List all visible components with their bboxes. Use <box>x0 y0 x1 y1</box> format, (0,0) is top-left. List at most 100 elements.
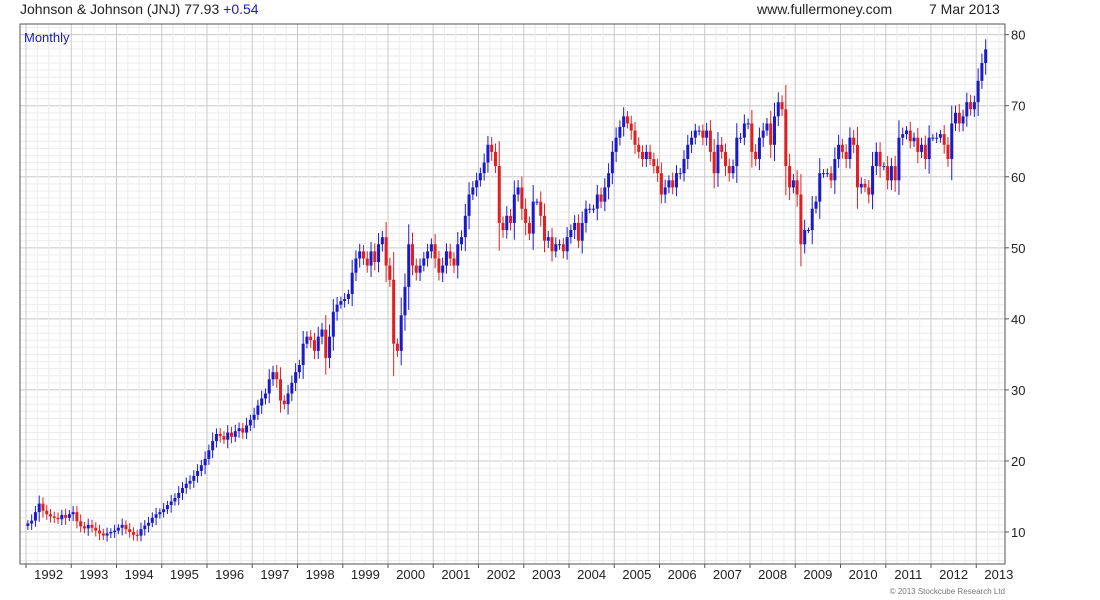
candle-body <box>788 166 792 188</box>
candle-body <box>497 166 501 223</box>
candle-body <box>886 166 890 181</box>
candle-body <box>94 527 98 531</box>
x-tick-label: 1998 <box>306 567 335 582</box>
candle <box>686 135 690 170</box>
candle-body <box>810 208 814 231</box>
x-tick-label: 2001 <box>441 567 470 582</box>
x-tick-label: 2013 <box>984 567 1013 582</box>
candle <box>629 115 633 140</box>
candle-body <box>275 372 279 380</box>
candle-body <box>429 244 433 252</box>
candle <box>448 243 452 266</box>
candle-body <box>652 159 656 167</box>
y-tick-label: 50 <box>1011 241 1025 256</box>
candle <box>384 222 388 283</box>
candle <box>490 137 494 161</box>
candle <box>622 107 626 137</box>
candle <box>803 219 807 254</box>
candle <box>456 231 460 279</box>
candle-body <box>889 166 893 181</box>
candle-body <box>950 123 954 159</box>
candle <box>158 508 162 519</box>
candle-body <box>592 208 596 210</box>
candle <box>441 257 445 283</box>
candle-body <box>659 173 663 195</box>
candle-body <box>316 336 320 351</box>
candle <box>165 500 169 514</box>
candle <box>871 151 875 210</box>
candle <box>957 104 961 132</box>
candle <box>294 363 298 392</box>
candle-body <box>199 465 203 471</box>
candle-body <box>373 251 377 263</box>
candle <box>852 129 856 153</box>
candle-body <box>912 137 916 142</box>
candle-body <box>433 244 437 259</box>
candle-body <box>531 201 535 234</box>
candle-body <box>705 130 709 138</box>
candle <box>305 331 309 349</box>
candle <box>180 482 184 500</box>
candle-body <box>286 393 290 405</box>
candle <box>904 126 908 140</box>
candle-body <box>365 258 369 266</box>
candle-body <box>938 134 942 138</box>
candle-body <box>203 458 207 466</box>
candle <box>346 289 350 305</box>
candle-body <box>871 166 875 195</box>
candle-body <box>633 130 637 145</box>
candle-body <box>422 258 426 266</box>
candle <box>260 390 264 414</box>
candle <box>818 158 822 219</box>
candle-body <box>946 144 950 159</box>
candle-body <box>361 251 365 259</box>
candle <box>331 299 335 351</box>
candle-body <box>328 336 332 358</box>
candle-body <box>388 265 392 280</box>
x-tick-label: 1995 <box>170 567 199 582</box>
candle-body <box>248 419 252 426</box>
candle-body <box>188 480 192 484</box>
candle <box>52 511 56 524</box>
candle <box>610 140 614 185</box>
candle-body <box>414 265 418 273</box>
candle <box>188 475 192 490</box>
candle-body <box>723 151 727 167</box>
candle <box>573 215 577 240</box>
candle-body <box>79 521 83 527</box>
candle-body <box>147 522 151 526</box>
candle-body <box>241 428 245 433</box>
candle-body <box>233 431 237 437</box>
candle-body <box>727 166 731 174</box>
candle-body <box>90 524 94 528</box>
x-tick-label: 2007 <box>713 567 742 582</box>
candle <box>267 369 271 404</box>
candle-body <box>237 428 241 432</box>
candle-body <box>595 194 599 209</box>
candle <box>467 182 471 230</box>
candle <box>648 144 652 165</box>
candle-body <box>791 180 795 188</box>
x-tick-label: 2009 <box>803 567 832 582</box>
candle <box>727 158 731 182</box>
candle-body <box>41 503 45 511</box>
candle-body <box>105 533 109 536</box>
candle-body <box>614 137 618 152</box>
candle-body <box>512 194 516 223</box>
candle <box>218 428 222 443</box>
candle <box>980 53 984 89</box>
candle-body <box>75 512 79 522</box>
candle <box>663 179 667 204</box>
candle <box>527 216 531 241</box>
candle-body <box>663 187 667 195</box>
candle-body <box>180 487 184 493</box>
candle <box>927 125 931 174</box>
candle-body <box>825 173 829 175</box>
candle-body <box>33 512 37 521</box>
candle-body <box>30 520 34 524</box>
candle <box>942 125 946 154</box>
candle <box>580 211 584 254</box>
candle-body <box>893 166 897 181</box>
candle-body <box>154 514 158 518</box>
candle <box>169 494 173 513</box>
